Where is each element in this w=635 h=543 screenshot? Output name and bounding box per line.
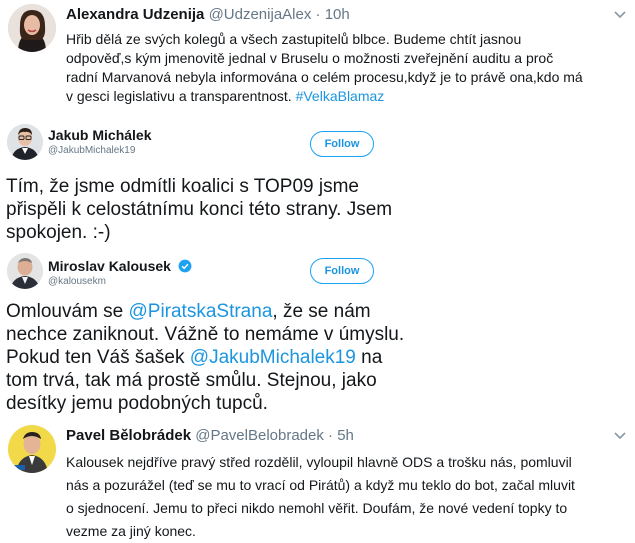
separator: · bbox=[315, 6, 321, 23]
tweet-line: desítky jemu podobných tupců. bbox=[6, 393, 268, 414]
separator: · bbox=[328, 427, 334, 444]
tweet-line: Tím, že jsme odmítli koalici s TOP09 jsm… bbox=[6, 176, 360, 197]
chevron-down-icon[interactable] bbox=[613, 8, 627, 22]
embedded-tweet-header-michalek: Jakub Michálek @JakubMichalek19 Follow bbox=[0, 118, 635, 160]
tweet-line: odpověď,s kým jmenovitě jednal v Bruselu… bbox=[66, 50, 554, 66]
avatar[interactable] bbox=[7, 124, 43, 160]
author-handle[interactable]: @PavelBelobradek bbox=[195, 427, 324, 444]
tweet-line: Pokud ten Váš šašek @JakubMichalek19 na bbox=[6, 346, 426, 369]
tweet-belobradek[interactable]: Pavel Bělobrádek @PavelBelobradek · 5h K… bbox=[0, 421, 635, 541]
tweet-line: vezme za jiný konec. bbox=[66, 523, 196, 539]
author-name[interactable]: Pavel Bělobrádek bbox=[66, 427, 191, 444]
tweet-line: Hřib dělá ze svých kolegů a všech zastup… bbox=[66, 31, 522, 47]
mention-link[interactable]: @JakubMichalek19 bbox=[190, 347, 356, 368]
avatar[interactable] bbox=[7, 253, 43, 289]
timestamp[interactable]: 5h bbox=[337, 427, 354, 444]
tweet-text: Hřib dělá ze svých kolegů a všech zastup… bbox=[66, 30, 611, 106]
follow-button[interactable]: Follow bbox=[310, 131, 374, 157]
hashtag-link[interactable]: #VelkaBlamaz bbox=[296, 88, 385, 104]
tweet-line: Kalousek nejdříve pravý střed rozdělil, … bbox=[66, 454, 572, 470]
embedded-tweet-text: Omlouvám se @PiratskaStrana, že se nám n… bbox=[6, 300, 426, 415]
tweet-line: přispěli k celostátnímu konci této stran… bbox=[6, 199, 393, 220]
timestamp[interactable]: 10h bbox=[325, 6, 350, 23]
author-handle[interactable]: @kalousekm bbox=[48, 276, 106, 287]
tweet-line-text: v gesci legislativu a transparentnost. bbox=[66, 88, 296, 104]
tweet-line: tom trvá, tak má prostě smůlu. Stejnou, … bbox=[6, 370, 377, 391]
author-handle[interactable]: @UdzenijaAlex bbox=[209, 6, 312, 23]
avatar[interactable] bbox=[8, 4, 56, 52]
mention-link[interactable]: @PiratskaStrana bbox=[128, 301, 272, 322]
verified-badge-icon bbox=[178, 259, 192, 273]
tweet-line-text: na bbox=[355, 347, 383, 368]
tweet-udzenija[interactable]: Alexandra Udzenija @UdzenijaAlex · 10h H… bbox=[0, 0, 635, 118]
chevron-down-icon[interactable] bbox=[613, 429, 627, 443]
tweet-line-text: , že se nám bbox=[272, 301, 371, 322]
author-name[interactable]: Miroslav Kalousek bbox=[48, 258, 192, 274]
tweet-line: v gesci legislativu a transparentnost. #… bbox=[66, 87, 611, 106]
tweet-line: o sjednocení. Jemu to přeci nikdo nemohl… bbox=[66, 500, 568, 516]
author-name[interactable]: Alexandra Udzenija bbox=[66, 6, 204, 23]
tweet-line: radní Marvanová nebyla informována o cel… bbox=[66, 69, 583, 85]
author-name-text[interactable]: Miroslav Kalousek bbox=[48, 258, 171, 274]
author-name[interactable]: Jakub Michálek bbox=[48, 127, 152, 143]
tweet-line-text: Omlouvám se bbox=[6, 301, 129, 322]
tweet-line: Omlouvám se @PiratskaStrana, že se nám bbox=[6, 300, 426, 323]
tweet-line: nás a pozurážel (teď se mu to vrací od P… bbox=[66, 477, 575, 493]
tweet-text: Kalousek nejdříve pravý střed rozdělil, … bbox=[66, 451, 611, 543]
tweet-line-text: Pokud ten Váš šašek bbox=[6, 347, 190, 368]
author-handle[interactable]: @JakubMichalek19 bbox=[48, 145, 135, 156]
tweet-line: spokojen. :-) bbox=[6, 222, 111, 243]
embedded-tweet-text: Tím, že jsme odmítli koalici s TOP09 jsm… bbox=[6, 175, 426, 244]
avatar[interactable] bbox=[8, 425, 56, 473]
follow-button[interactable]: Follow bbox=[310, 258, 374, 284]
tweet-line: nechce zaniknout. Vážně to nemáme v úmys… bbox=[6, 324, 405, 345]
